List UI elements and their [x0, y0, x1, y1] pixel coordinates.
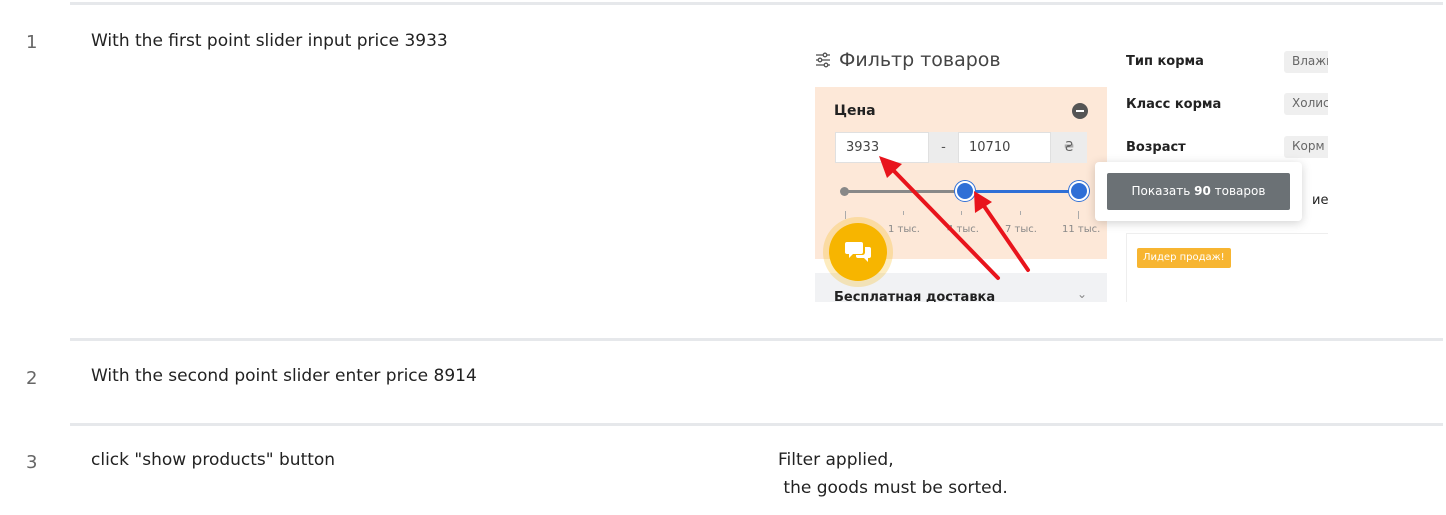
price-label: Цена [834, 103, 876, 119]
feed-type-label: Тип корма [1126, 54, 1204, 69]
step-2-text: With the second point slider enter price… [91, 366, 477, 386]
step-1-number: 1 [26, 32, 38, 53]
slider-tick [903, 211, 904, 215]
step-1-text: With the first point slider input price … [91, 31, 448, 51]
chevron-down-icon: ⌄ [1077, 287, 1088, 301]
slider-tick [961, 211, 962, 215]
show-button-suffix: товаров [1214, 184, 1266, 198]
currency-hryvnia-icon: ₴ [1051, 132, 1087, 163]
tick-label: 4 тыс. [947, 224, 979, 235]
partial-attribute-label: ие [1312, 193, 1328, 208]
collapse-minus-icon[interactable] [1072, 103, 1088, 119]
free-delivery-label: Бесплатная доставка [834, 290, 996, 302]
chat-button[interactable] [829, 223, 887, 281]
show-button-count: 90 [1194, 184, 1211, 198]
step-3-text: click "show products" button [91, 450, 336, 470]
age-label: Возраст [1126, 140, 1186, 155]
step-3-expected-result: Filter applied, the goods must be sorted… [778, 450, 1008, 498]
row-divider [70, 338, 1443, 341]
price-range-dash: - [929, 132, 958, 163]
tick-label: 1 тыс. [888, 224, 920, 235]
feed-class-label: Класс корма [1126, 97, 1222, 112]
step-3-number: 3 [26, 452, 38, 473]
show-products-button[interactable]: Показать 90 товаров [1107, 173, 1290, 210]
slider-track-start [840, 187, 849, 196]
price-min-input[interactable] [835, 132, 929, 163]
filter-sliders-icon [816, 52, 830, 68]
slider-max-handle[interactable] [1069, 181, 1089, 201]
row-divider-top [70, 2, 1443, 5]
slider-tick [845, 211, 846, 219]
age-chip[interactable]: Корм [1284, 136, 1328, 158]
filter-title: Фильтр товаров [815, 49, 1001, 71]
feed-class-chip[interactable]: Холис [1284, 93, 1328, 115]
slider-min-handle[interactable] [955, 181, 975, 201]
chat-bubbles-icon [845, 242, 871, 262]
slider-track[interactable] [845, 190, 964, 193]
show-products-popover: Показать 90 товаров [1095, 162, 1302, 221]
bestseller-badge: Лидер продаж! [1137, 248, 1231, 268]
price-max-input[interactable] [958, 132, 1051, 163]
slider-tick [1078, 211, 1079, 219]
row-divider [70, 423, 1443, 426]
step-2-number: 2 [26, 368, 38, 389]
tick-label: 11 тыс. [1062, 224, 1101, 235]
slider-tick [1020, 211, 1021, 215]
filter-title-text: Фильтр товаров [839, 49, 1001, 71]
slider-selected-range[interactable] [964, 190, 1078, 193]
step-1-screenshot: Фильтр товаров Цена - ₴ 1 тыс. 4 тыс. 7 … [810, 40, 1328, 302]
show-button-prefix: Показать [1131, 184, 1191, 198]
feed-type-chip[interactable]: Влажн [1284, 51, 1328, 73]
product-card[interactable]: Лидер продаж! [1126, 233, 1328, 302]
tick-label: 7 тыс. [1005, 224, 1037, 235]
